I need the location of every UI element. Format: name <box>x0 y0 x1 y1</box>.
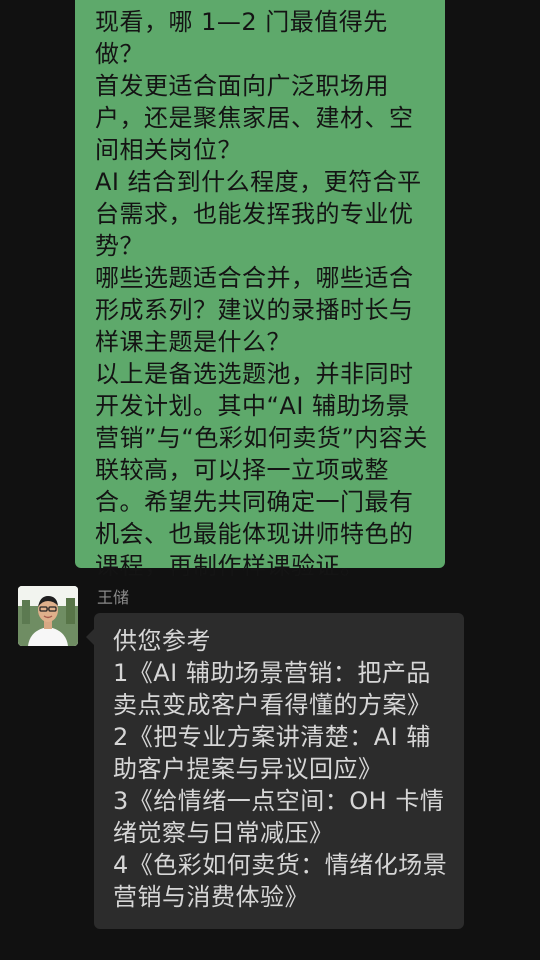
sent-message-bubble[interactable]: 现看，哪 1—2 门最值得先做？ 首发更适合面向广泛职场用户，还是聚焦家居、建材… <box>75 0 445 580</box>
avatar[interactable] <box>18 586 78 646</box>
user-photo-icon <box>18 586 78 646</box>
received-message-bubble[interactable]: 供您参考 1《AI 辅助场景营销：把产品卖点变成客户看得懂的方案》 2《把专业方… <box>86 613 464 929</box>
sender-name: 王储 <box>97 588 130 607</box>
received-message-text: 供您参考 1《AI 辅助场景营销：把产品卖点变成客户看得懂的方案》 2《把专业方… <box>113 627 448 911</box>
sent-message-text: 现看，哪 1—2 门最值得先做？ 首发更适合面向广泛职场用户，还是聚焦家居、建材… <box>95 8 428 580</box>
